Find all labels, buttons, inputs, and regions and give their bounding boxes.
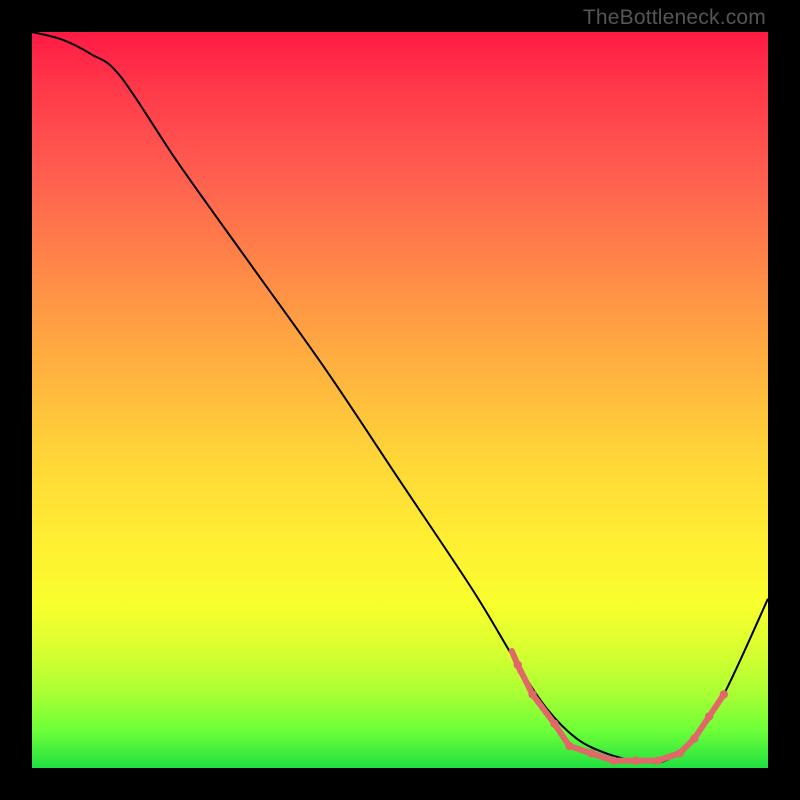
marker-dot [587,749,595,757]
marker-dot [550,720,558,728]
chart-frame: TheBottleneck.com [0,0,800,800]
marker-dot [690,734,698,742]
marker-dot [705,712,713,720]
marker-dot [514,661,522,669]
plot-area [32,32,768,768]
marker-dot [528,690,536,698]
marker-dot [565,742,573,750]
marker-segment [532,694,554,723]
marker-dot [675,749,683,757]
marker-dot [631,756,639,764]
marker-dot [609,756,617,764]
marker-group [512,651,728,765]
curve-svg [32,32,768,768]
watermark-text: TheBottleneck.com [583,6,766,30]
curve-line [32,32,768,763]
marker-dot [653,756,661,764]
marker-dot [720,690,728,698]
